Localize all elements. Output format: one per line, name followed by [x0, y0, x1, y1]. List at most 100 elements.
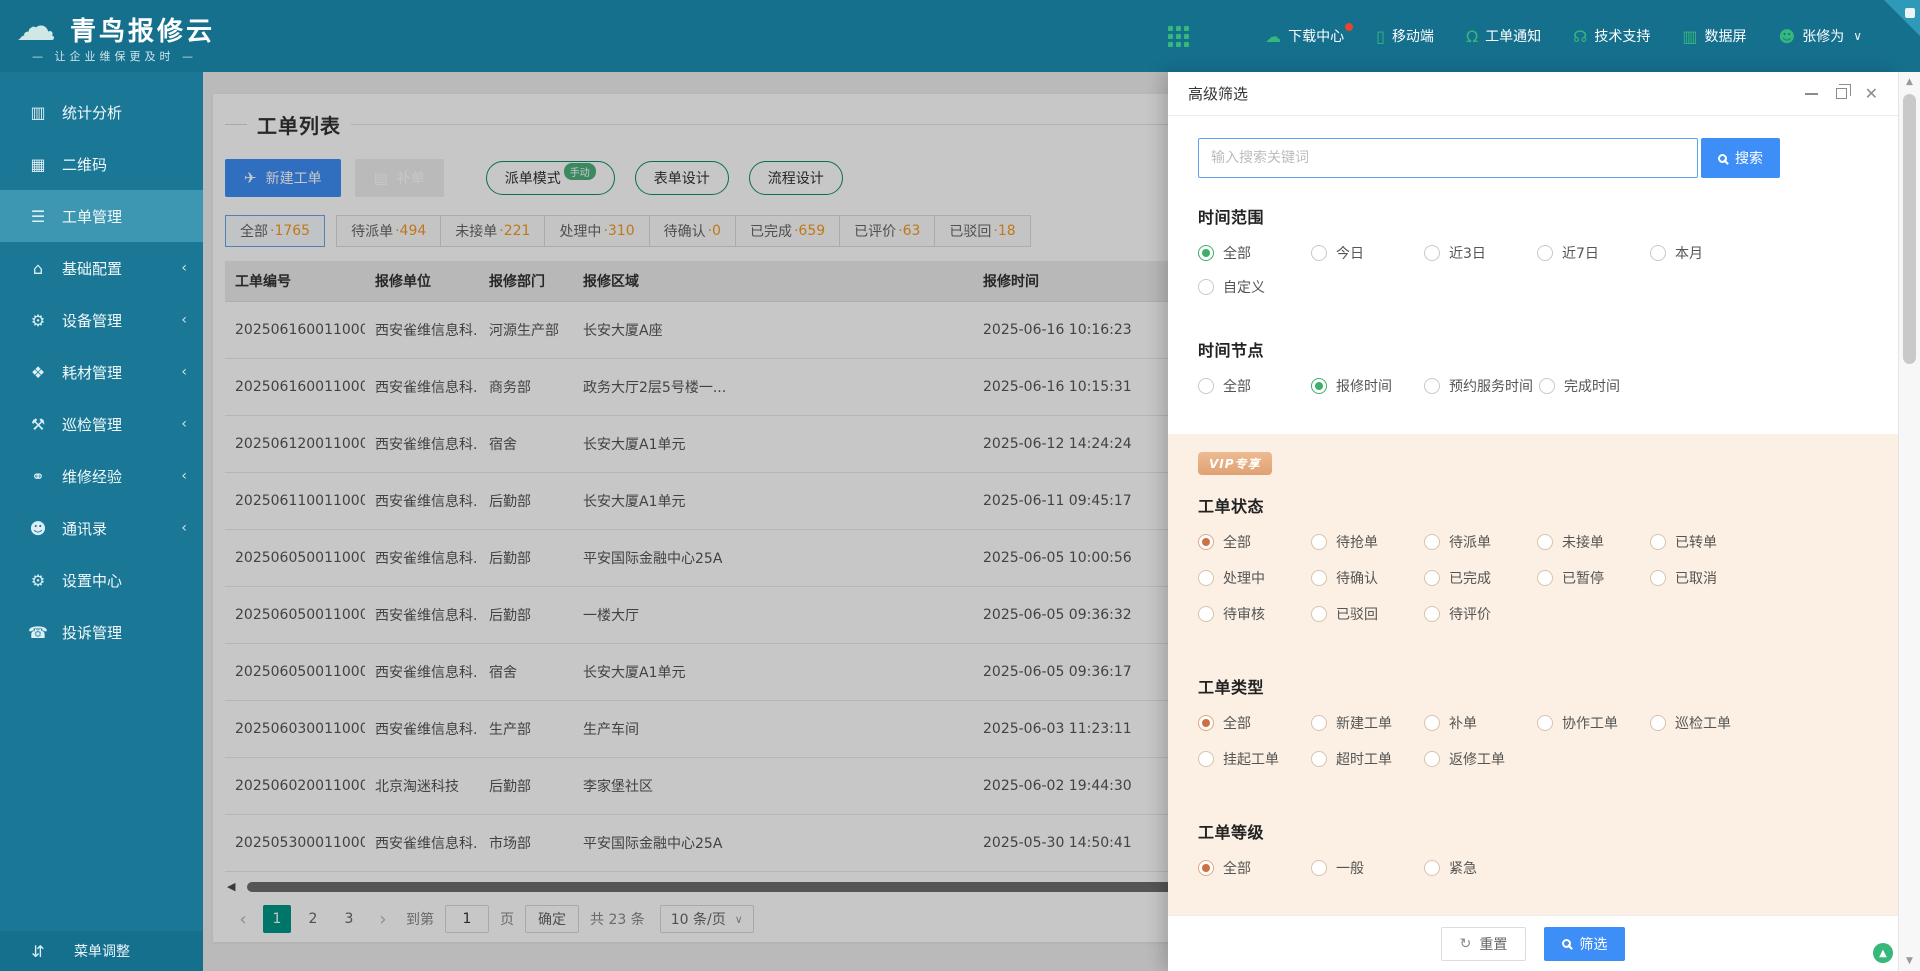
radio-option[interactable]: 全部 [1198, 858, 1311, 878]
order-number-link[interactable]: 2025060500110006 [225, 530, 365, 587]
radio-option[interactable]: 紧急 [1424, 858, 1537, 878]
sidebar-item[interactable]: ❖ 耗材管理 ‹ [0, 346, 203, 398]
status-tab[interactable]: 已完成 ·659 [735, 215, 840, 247]
order-number-link[interactable]: 2025061600110001 [225, 359, 365, 416]
radio-option[interactable]: 近3日 [1424, 243, 1537, 263]
radio-option[interactable]: 巡检工单 [1650, 713, 1763, 733]
corner-widget-icon[interactable] [1884, 0, 1920, 36]
radio-option[interactable]: 已完成 [1424, 568, 1537, 588]
reset-button[interactable]: ↻ 重置 [1441, 927, 1527, 961]
radio-option[interactable]: 全部 [1198, 713, 1311, 733]
repair-time-cell: 2025-06-16 10:15:31 [973, 359, 1158, 416]
next-page-button[interactable]: › [371, 905, 395, 933]
radio-option[interactable]: 待确认 [1311, 568, 1424, 588]
sidebar-item[interactable]: ⚭ 维修经验 ‹ [0, 450, 203, 502]
radio-option[interactable]: 超时工单 [1311, 749, 1424, 769]
status-tab[interactable]: 未接单 ·221 [440, 215, 545, 247]
page-size-select[interactable]: 10 条/页 ∨ [660, 905, 754, 933]
filter-button[interactable]: 筛选 [1544, 927, 1625, 961]
page-jump-input[interactable] [445, 905, 489, 933]
search-input[interactable] [1198, 138, 1698, 178]
back-to-top-button[interactable]: ▲ [1873, 943, 1893, 963]
radio-option[interactable]: 待评价 [1424, 604, 1537, 624]
scroll-down-icon[interactable]: ▼ [1899, 956, 1920, 966]
sidebar-item-menu-adjust[interactable]: ⇵ 菜单调整 [0, 931, 203, 971]
apps-grid-icon[interactable] [1168, 34, 1189, 39]
sidebar-item[interactable]: ⚙ 设备管理 ‹ [0, 294, 203, 346]
order-number-link[interactable]: 2025060500110003 [225, 644, 365, 701]
pill-button[interactable]: 流程设计 [749, 161, 843, 195]
sidebar-item[interactable]: ☎ 投诉管理 [0, 606, 203, 658]
prev-page-button[interactable]: ‹ [231, 905, 255, 933]
action-button[interactable]: ✈ 新建工单 [225, 159, 341, 197]
nav-item[interactable]: ☊ 技术支持 [1573, 26, 1650, 46]
order-number-link[interactable]: 2025061100110004 [225, 473, 365, 530]
sidebar-item[interactable]: ▥ 统计分析 [0, 86, 203, 138]
sidebar-item[interactable]: ⚒ 巡检管理 ‹ [0, 398, 203, 450]
radio-option[interactable]: 待抢单 [1311, 532, 1424, 552]
status-tab[interactable]: 全部 ·1765 [225, 215, 325, 247]
radio-option[interactable]: 返修工单 [1424, 749, 1537, 769]
page-number-button[interactable]: 1 [263, 905, 291, 933]
radio-option[interactable]: 已驳回 [1311, 604, 1424, 624]
status-tab[interactable]: 待派单 ·494 [336, 215, 441, 247]
order-number-link[interactable]: 2025061600110002 [225, 302, 365, 359]
radio-option[interactable]: 待审核 [1198, 604, 1311, 624]
radio-option[interactable]: 本月 [1650, 243, 1763, 263]
radio-option[interactable]: 全部 [1198, 243, 1311, 263]
order-number-link[interactable]: 2025053000110003 [225, 815, 365, 872]
nav-item[interactable]: ☻ 张修为 ∨ [1779, 26, 1862, 46]
radio-option[interactable]: 完成时间 [1539, 376, 1652, 396]
vertical-scrollbar[interactable]: ▲ ▼ [1898, 72, 1920, 971]
nav-item[interactable]: Ω 工单通知 [1466, 26, 1541, 46]
scroll-left-icon[interactable]: ◀ [227, 880, 235, 893]
action-button[interactable]: ▤ 补单 [355, 159, 444, 197]
status-tab[interactable]: 已驳回 ·18 [934, 215, 1030, 247]
sidebar-item[interactable]: ▦ 二维码 [0, 138, 203, 190]
page-number-button[interactable]: 3 [335, 905, 363, 933]
order-number-link[interactable]: 2025061200110001 [225, 416, 365, 473]
pill-button[interactable]: 表单设计 [635, 161, 729, 195]
nav-item[interactable]: ▥ 数据屏 [1682, 26, 1746, 46]
radio-option[interactable]: 全部 [1198, 532, 1311, 552]
radio-option[interactable]: 一般 [1311, 858, 1424, 878]
order-number-link[interactable]: 2025060500110004 [225, 587, 365, 644]
radio-option[interactable]: 处理中 [1198, 568, 1311, 588]
radio-option[interactable]: 已取消 [1650, 568, 1763, 588]
minimize-icon[interactable] [1805, 93, 1818, 95]
radio-option[interactable]: 今日 [1311, 243, 1424, 263]
sidebar-item[interactable]: ⚙ 设置中心 [0, 554, 203, 606]
radio-option[interactable]: 挂起工单 [1198, 749, 1311, 769]
radio-option[interactable]: 协作工单 [1537, 713, 1650, 733]
confirm-page-button[interactable]: 确定 [525, 905, 579, 933]
radio-option[interactable]: 待派单 [1424, 532, 1537, 552]
radio-option[interactable]: 新建工单 [1311, 713, 1424, 733]
radio-option[interactable]: 已转单 [1650, 532, 1763, 552]
maximize-icon[interactable] [1836, 88, 1847, 99]
radio-option[interactable]: 预约服务时间 [1424, 376, 1539, 396]
nav-item[interactable]: ☁ 下载中心 [1265, 26, 1344, 46]
scrollbar-thumb[interactable] [1903, 94, 1916, 364]
close-icon[interactable]: ✕ [1865, 86, 1878, 102]
order-number-link[interactable]: 2025060200110001 [225, 758, 365, 815]
page-number-button[interactable]: 2 [299, 905, 327, 933]
radio-option[interactable]: 已暂停 [1537, 568, 1650, 588]
radio-option[interactable]: 未接单 [1537, 532, 1650, 552]
radio-option[interactable]: 全部 [1198, 376, 1311, 396]
radio-option[interactable]: 近7日 [1537, 243, 1650, 263]
status-tab[interactable]: 已评价 ·63 [839, 215, 935, 247]
sidebar-item[interactable]: ☻ 通讯录 ‹ [0, 502, 203, 554]
pill-button[interactable]: 派单模式 手动 [486, 161, 615, 195]
sidebar-item[interactable]: ☰ 工单管理 [0, 190, 203, 242]
chevron-down-icon: ∨ [735, 913, 743, 926]
sidebar-item[interactable]: ⌂ 基础配置 ‹ [0, 242, 203, 294]
radio-option[interactable]: 补单 [1424, 713, 1537, 733]
status-tab[interactable]: 待确认 ·0 [649, 215, 736, 247]
search-button[interactable]: 搜索 [1701, 138, 1780, 178]
radio-option[interactable]: 报修时间 [1311, 376, 1424, 396]
status-tab[interactable]: 处理中 ·310 [544, 215, 649, 247]
scroll-up-icon[interactable]: ▲ [1899, 77, 1920, 87]
order-number-link[interactable]: 2025060300110001 [225, 701, 365, 758]
nav-item[interactable]: ▯ 移动端 [1376, 26, 1434, 46]
radio-option[interactable]: 自定义 [1198, 277, 1311, 297]
